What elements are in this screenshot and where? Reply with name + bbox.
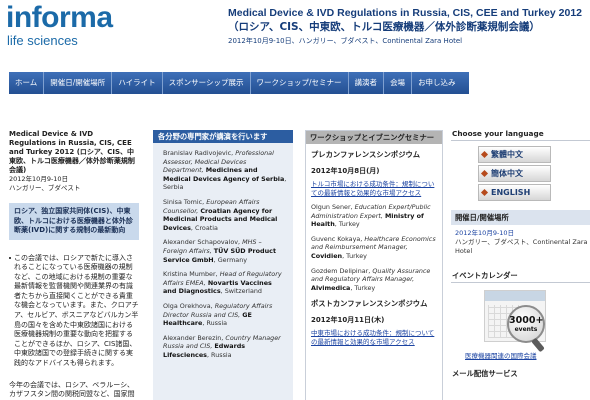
nav-dates-venue[interactable]: 開催日/開催場所 xyxy=(44,72,113,94)
event-date: 2012年10月9-10日 xyxy=(9,175,69,183)
speakers-list: Branislav Radivojevic, Professional Asse… xyxy=(153,143,293,359)
workshop-speaker: Olgun Sener, Education Expert/Public Adm… xyxy=(311,203,437,229)
speaker-country: , Germany xyxy=(213,255,248,264)
nav-venue[interactable]: 会場 xyxy=(384,72,413,94)
intro-paragraph-2: 今年の会議では、ロシア、ベラルーシ、カザフスタン間の関税同盟など、国家間の協調に… xyxy=(9,380,135,400)
nav-home[interactable]: ホーム xyxy=(9,72,45,94)
post-symposium-date: 2012年10月11日(木) xyxy=(311,316,385,325)
left-column: Medical Device & IVD Regulations in Russ… xyxy=(9,130,139,400)
speaker-item: Branislav Radivojevic, Professional Asse… xyxy=(163,149,287,192)
conference-title-jp: （ロシア、CIS、中東欧、トルコ医療機器／体外診断薬規制会議） xyxy=(228,21,540,33)
speaker-item: Kristina Mumber, Head of Regulatory Affa… xyxy=(163,270,287,296)
nav-sponsorship[interactable]: スポンサーシップ展示 xyxy=(163,72,251,94)
mail-service-title: メール配信サービス xyxy=(452,369,518,378)
event-calendar-graphic[interactable]: 3000+ events xyxy=(484,290,546,353)
speaker-org: Alvimedica xyxy=(311,283,351,292)
main-nav: ホーム 開催日/開催場所 ハイライト スポンサーシップ展示 ワークショップ/セミ… xyxy=(9,72,469,94)
speakers-panel: 各分野の専門家が講演を行います Branislav Radivojevic, P… xyxy=(153,130,293,400)
speaker-name: Olgun Sener, xyxy=(311,203,353,211)
speaker-org: Covidien xyxy=(311,251,343,260)
conference-date-venue: 2012年10月9-10日、ハンガリー、ブダペスト、Continental Za… xyxy=(228,37,463,45)
workshop-body: プレカンファレンスシンポジウム 2012年10月8日(月) トルコ市場における成… xyxy=(306,144,442,346)
nav-speakers[interactable]: 講演者 xyxy=(349,72,385,94)
intro-paragraph: この会議では、ロシアで新たに導入されることになっている医療機器の規制など、この地… xyxy=(9,254,139,369)
event-info-venue: ハンガリー、ブダペスト、Continental Zara Hotel xyxy=(455,238,588,255)
lang-english-button[interactable]: ENGLISH xyxy=(478,184,551,201)
badge-count: 3000+ xyxy=(509,315,544,326)
speaker-name: Olga Orekhova, xyxy=(163,301,213,310)
event-calendar-title: イベントカレンダー xyxy=(451,270,590,283)
logo-subtitle: life sciences xyxy=(7,33,78,48)
page-header: informa life sciences Medical Device & I… xyxy=(0,0,590,70)
speaker-name: Kristina Mumber, xyxy=(163,270,218,279)
speaker-item: Olga Orekhova, Regulatory Affairs Direct… xyxy=(163,302,287,328)
speaker-country: , Turkey xyxy=(350,283,376,292)
calendar-link[interactable]: 医療機器関連の国際会議 xyxy=(451,352,590,360)
speaker-country: , Russia xyxy=(202,319,228,328)
pre-symposium-link[interactable]: トルコ市場における成功条件：規制についての最新情報と効果的な市場アクセス xyxy=(311,180,437,197)
informa-logo[interactable]: informa life sciences xyxy=(6,2,113,48)
lang-simplified-chinese-button[interactable]: 簡体中文 xyxy=(478,165,551,182)
post-symposium-title: ポストカンファレンスシンポジウム xyxy=(311,299,428,309)
workshop-speaker: Guvenc Kokaya, Healthcare Economics and … xyxy=(311,235,437,261)
workshop-header: ワークショップとイブニングセミナー xyxy=(306,131,442,144)
speaker-name: Guvenc Kokaya, xyxy=(311,234,363,243)
speaker-country: , Russia xyxy=(206,350,232,359)
speaker-item: Alexander Schapovalov, MHS – Foreign Aff… xyxy=(163,238,287,264)
speaker-country: , Switzerland xyxy=(220,287,262,296)
speaker-name: Gozdem Delipinar, xyxy=(311,266,371,275)
workshop-panel: ワークショップとイブニングセミナー プレカンファレンスシンポジウム 2012年1… xyxy=(305,130,443,400)
post-symposium-link[interactable]: 中東市場における成功条件：規制についての最新情報と効果的な市場アクセス xyxy=(311,329,437,346)
speaker-country: , Turkey xyxy=(342,251,367,260)
conference-title: Medical Device & IVD Regulations in Russ… xyxy=(228,7,588,46)
speaker-country: , Turkey xyxy=(334,220,360,229)
event-title: Medical Device & IVD Regulations in Russ… xyxy=(9,130,135,174)
calendar-icon xyxy=(485,291,545,301)
workshop-speaker: Gozdem Delipinar, Quality Assurance and … xyxy=(311,267,437,293)
logo-wordmark: informa xyxy=(6,1,113,34)
speaker-name: Sinisa Tomic, xyxy=(163,197,205,206)
nav-register[interactable]: お申し込み xyxy=(412,72,462,94)
event-info-title: 開催日/開催場所 xyxy=(451,210,590,225)
speakers-header: 各分野の専門家が講演を行います xyxy=(153,130,293,143)
speaker-name: Alexander Berezin, xyxy=(163,333,224,342)
badge-label: events xyxy=(514,326,538,333)
nav-workshop[interactable]: ワークショップ/セミナー xyxy=(251,72,349,94)
event-place: ハンガリー、ブダペスト xyxy=(9,184,81,192)
speaker-item: Sinisa Tomic, European Affairs Counsello… xyxy=(163,198,287,232)
speaker-item: Alexander Berezin, Country Manager Russi… xyxy=(163,334,287,360)
event-info-date: 2012年10月9-10日 xyxy=(455,229,515,237)
lang-traditional-chinese-button[interactable]: 繁體中文 xyxy=(478,146,551,163)
pre-symposium-date: 2012年10月8日(月) xyxy=(311,167,380,175)
language-title: Choose your language xyxy=(451,128,590,141)
language-buttons: 繁體中文 簡体中文 ENGLISH xyxy=(478,146,551,201)
speaker-country: , Croatia xyxy=(190,223,218,232)
speaker-name: Alexander Schapovalov, xyxy=(163,238,241,247)
speaker-name: Branislav Radivojevic, xyxy=(163,149,234,157)
magnifier-handle-icon xyxy=(531,337,545,353)
magnifier-badge-icon: 3000+ events xyxy=(507,305,545,343)
nav-highlights[interactable]: ハイライト xyxy=(112,72,163,94)
highlight-box: ロシア、独立国家共同体(CIS)、中東欧、トルコにおける医療機器と体外診断薬(I… xyxy=(9,203,139,240)
pre-symposium-title: プレカンファレンスシンポジウム xyxy=(311,150,421,159)
conference-title-en: Medical Device & IVD Regulations in Russ… xyxy=(228,7,583,19)
right-sidebar: Choose your language 繁體中文 簡体中文 ENGLISH 開… xyxy=(451,128,590,379)
